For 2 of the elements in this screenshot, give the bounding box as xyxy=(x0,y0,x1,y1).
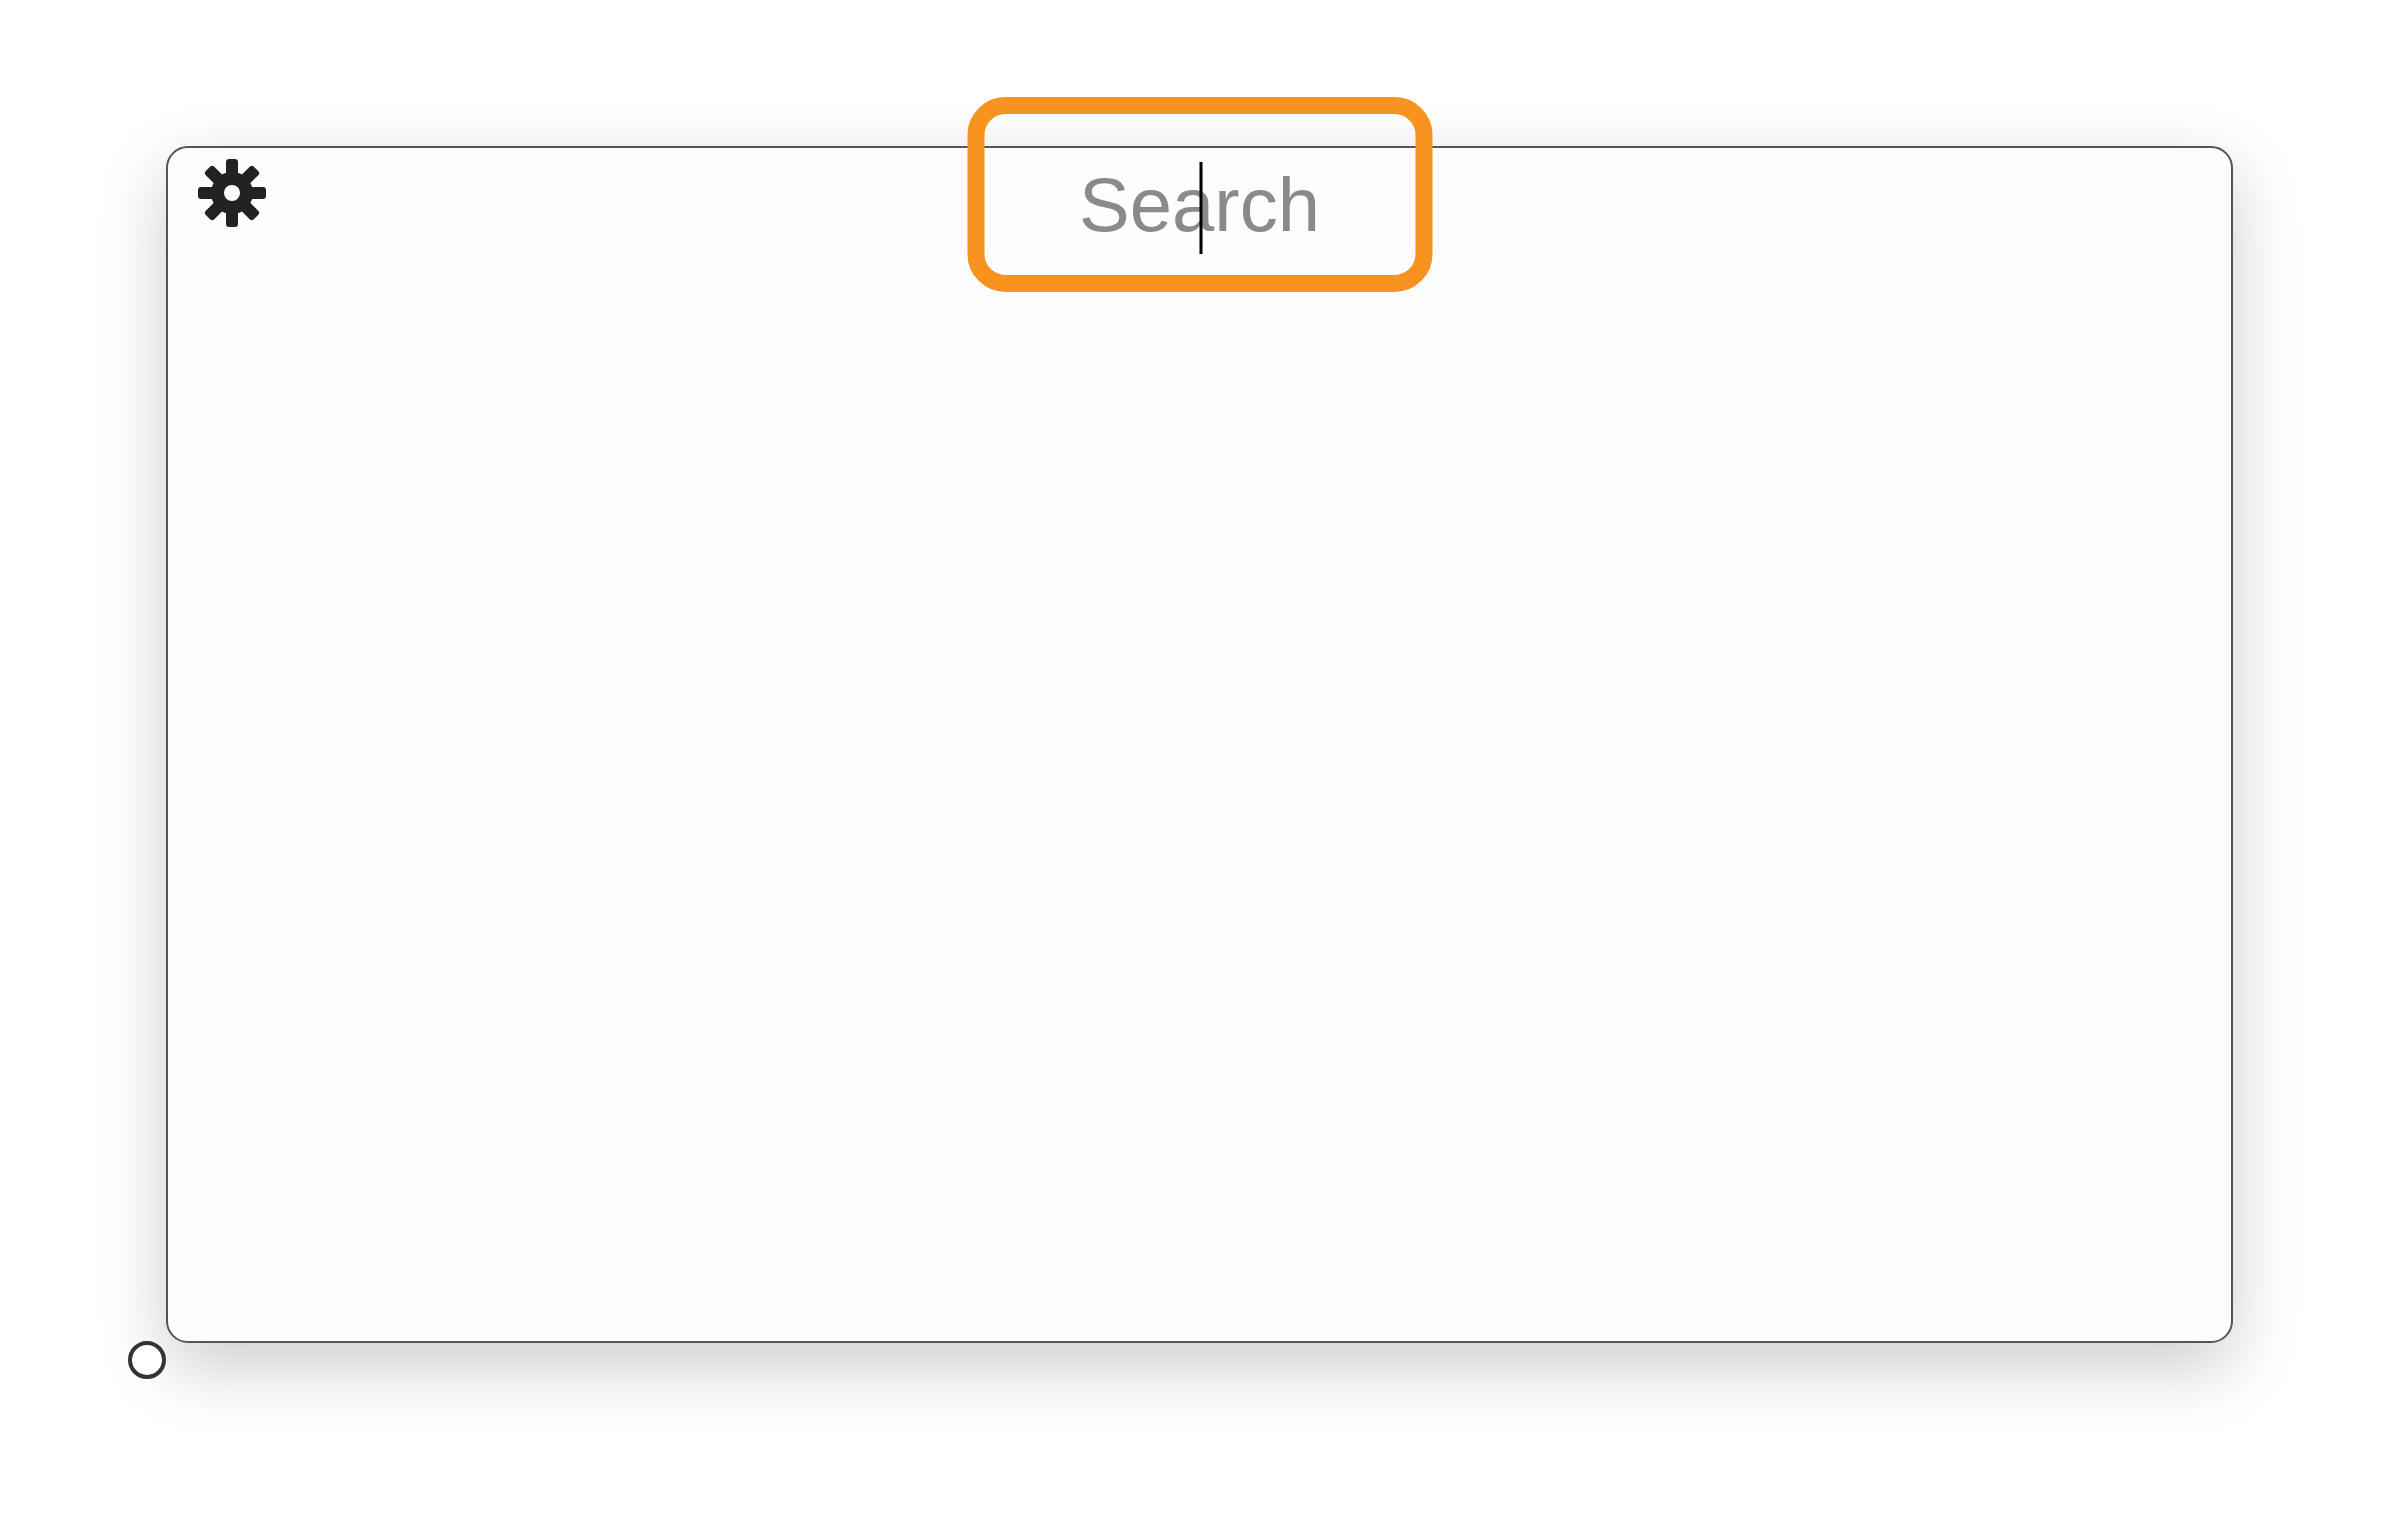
gear-icon[interactable] xyxy=(198,159,266,227)
ring-icon xyxy=(128,1341,166,1379)
